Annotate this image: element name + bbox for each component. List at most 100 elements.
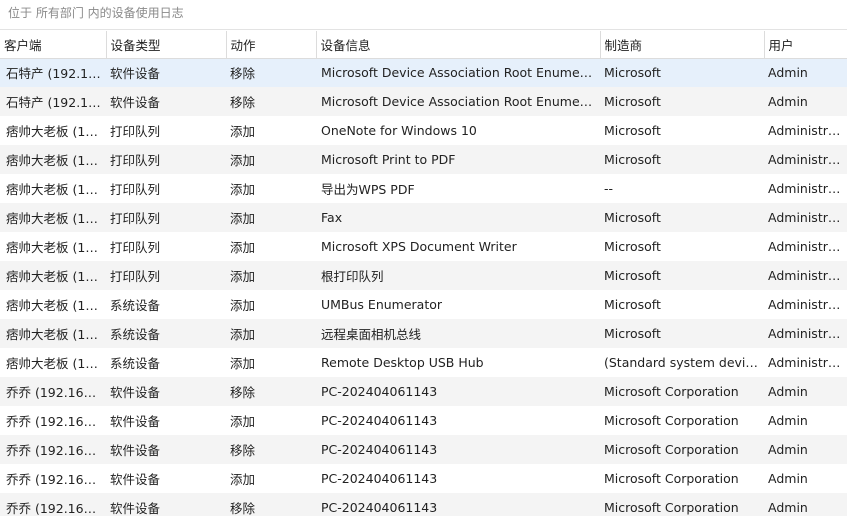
table-row[interactable]: 乔乔 (192.168.9... 软件设备 移除 PC-202404061143 Mic…: [0, 377, 847, 406]
cell-device-type: 软件设备: [106, 377, 226, 406]
table-row[interactable]: 乔乔 (192.168.9... 软件设备 移除 PC-202404061143 Mic…: [0, 493, 847, 516]
table-header-row: 客户端 设备类型 动作 设备信息 制造商 用户: [0, 31, 847, 59]
column-header-user[interactable]: 用户: [764, 31, 847, 59]
cell-device-type: 软件设备: [110, 414, 161, 429]
cell-device-type: 打印队列: [110, 124, 161, 139]
cell-user: Admin: [764, 377, 847, 406]
column-header-device-type[interactable]: 设备类型: [106, 31, 227, 59]
cell-device-info: Microsoft Device Association Root Enumer…: [316, 87, 600, 116]
cell-client: 痞帅大老板 (19...: [6, 240, 106, 255]
cell-action: 添加: [230, 414, 256, 429]
table-row[interactable]: 乔乔 (192.168.9... 软件设备 移除 PC-202404061143 Mic…: [0, 435, 847, 464]
cell-user: Administra...: [768, 239, 847, 254]
cell-device-type: 打印队列: [106, 203, 226, 232]
cell-manufacturer: Microsoft: [604, 123, 661, 138]
cell-client: 乔乔 (192.168.9...: [6, 472, 106, 487]
column-header-client[interactable]: 客户端: [0, 31, 107, 59]
cell-client: 乔乔 (192.168.9...: [0, 493, 106, 516]
table-row[interactable]: 痞帅大老板 (19... 打印队列 添加 Microsoft Print to PDF…: [0, 145, 847, 174]
cell-client: 痞帅大老板 (19...: [0, 261, 106, 290]
cell-manufacturer: Microsoft: [604, 239, 661, 254]
cell-action: 添加: [230, 240, 256, 255]
cell-device-type: 打印队列: [106, 145, 226, 174]
table-row[interactable]: 痞帅大老板 (19... 打印队列 添加 导出为WPS PDF -- Administra…: [0, 174, 847, 203]
table-row[interactable]: 痞帅大老板 (19... 系统设备 添加 Remote Desktop USB Hub…: [0, 348, 847, 377]
cell-user: Administra...: [768, 355, 847, 370]
table-row[interactable]: 乔乔 (192.168.9... 软件设备 添加 PC-202404061143 Mic…: [0, 406, 847, 435]
cell-user: Administra...: [768, 181, 847, 196]
cell-action: 添加: [226, 261, 316, 290]
cell-action: 添加: [230, 356, 256, 371]
cell-manufacturer: Microsoft Corporation: [604, 413, 739, 428]
cell-device-info: Microsoft XPS Document Writer: [321, 239, 517, 254]
cell-user: Administra...: [764, 261, 847, 290]
cell-user: Administra...: [764, 319, 847, 348]
cell-device-type: 软件设备: [106, 435, 226, 464]
cell-client: 石特产 (192.16...: [0, 58, 106, 87]
cell-manufacturer: Microsoft: [600, 261, 764, 290]
cell-client: 痞帅大老板 (19...: [0, 319, 106, 348]
cell-device-type: 系统设备: [110, 356, 161, 371]
cell-action: 添加: [230, 298, 256, 313]
cell-client: 痞帅大老板 (19...: [6, 182, 106, 197]
cell-manufacturer: Microsoft: [600, 203, 764, 232]
cell-manufacturer: Microsoft: [600, 87, 764, 116]
cell-user: Admin: [768, 413, 808, 428]
cell-user: Administra...: [764, 203, 847, 232]
cell-device-info: PC-202404061143: [321, 471, 438, 486]
cell-user: Admin: [764, 58, 847, 87]
cell-device-info: UMBus Enumerator: [321, 297, 443, 312]
cell-action: 添加: [226, 145, 316, 174]
table-row[interactable]: 痞帅大老板 (19... 打印队列 添加 OneNote for Windows 10…: [0, 116, 847, 145]
cell-user: Admin: [764, 493, 847, 516]
cell-action: 移除: [226, 58, 316, 87]
table-row[interactable]: 痞帅大老板 (19... 打印队列 添加 Fax Microsoft Administra…: [0, 203, 847, 232]
cell-user: Admin: [768, 471, 808, 486]
cell-manufacturer: Microsoft: [604, 297, 661, 312]
column-header-manufacturer[interactable]: 制造商: [600, 31, 765, 59]
cell-action: 添加: [230, 182, 256, 197]
cell-user: Administra...: [768, 297, 847, 312]
cell-device-type: 打印队列: [106, 261, 226, 290]
table-row[interactable]: 乔乔 (192.168.9... 软件设备 添加 PC-202404061143 Mic…: [0, 464, 847, 493]
cell-device-info: Microsoft Print to PDF: [316, 145, 600, 174]
cell-client: 痞帅大老板 (19...: [6, 298, 106, 313]
cell-action: 移除: [226, 435, 316, 464]
cell-client: 乔乔 (192.168.9...: [0, 377, 106, 406]
cell-user: Admin: [764, 435, 847, 464]
cell-device-info: OneNote for Windows 10: [321, 123, 477, 138]
table-row[interactable]: 石特产 (192.16... 软件设备 移除 Microsoft Device Ass…: [0, 58, 847, 87]
column-header-action[interactable]: 动作: [226, 31, 317, 59]
cell-device-type: 软件设备: [106, 493, 226, 516]
cell-client: 痞帅大老板 (19...: [0, 145, 106, 174]
cell-client: 石特产 (192.16...: [0, 87, 106, 116]
cell-device-info: Fax: [316, 203, 600, 232]
cell-manufacturer: (Standard system devices): [604, 355, 764, 370]
cell-client: 乔乔 (192.168.9...: [0, 435, 106, 464]
cell-manufacturer: --: [604, 181, 614, 196]
table-row[interactable]: 痞帅大老板 (19... 打印队列 添加 Microsoft XPS Document…: [0, 232, 847, 261]
cell-action: 移除: [226, 87, 316, 116]
column-header-device-info[interactable]: 设备信息: [316, 31, 601, 59]
cell-manufacturer: Microsoft: [600, 319, 764, 348]
cell-device-type: 系统设备: [106, 319, 226, 348]
cell-action: 添加: [226, 203, 316, 232]
device-log-table[interactable]: 客户端 设备类型 动作 设备信息 制造商 用户 石特产 (192.16... 软件…: [0, 31, 847, 516]
table-row[interactable]: 痞帅大老板 (19... 系统设备 添加 UMBus Enumerator Micros…: [0, 290, 847, 319]
table-row[interactable]: 石特产 (192.16... 软件设备 移除 Microsoft Device Ass…: [0, 87, 847, 116]
cell-manufacturer: Microsoft: [600, 58, 764, 87]
table-row[interactable]: 痞帅大老板 (19... 系统设备 添加 远程桌面相机总线 Microsoft Admin…: [0, 319, 847, 348]
cell-action: 添加: [226, 319, 316, 348]
cell-device-info: PC-202404061143: [316, 435, 600, 464]
cell-manufacturer: Microsoft Corporation: [604, 471, 739, 486]
cell-manufacturer: Microsoft Corporation: [600, 377, 764, 406]
breadcrumb: 位于 所有部门 内的设备使用日志: [0, 0, 847, 30]
cell-device-info: 根打印队列: [316, 261, 600, 290]
cell-user: Administra...: [764, 145, 847, 174]
cell-device-type: 打印队列: [110, 240, 161, 255]
cell-device-type: 软件设备: [110, 472, 161, 487]
table-row[interactable]: 痞帅大老板 (19... 打印队列 添加 根打印队列 Microsoft Administ…: [0, 261, 847, 290]
cell-user: Admin: [764, 87, 847, 116]
cell-user: Administra...: [768, 123, 847, 138]
cell-device-type: 软件设备: [106, 58, 226, 87]
